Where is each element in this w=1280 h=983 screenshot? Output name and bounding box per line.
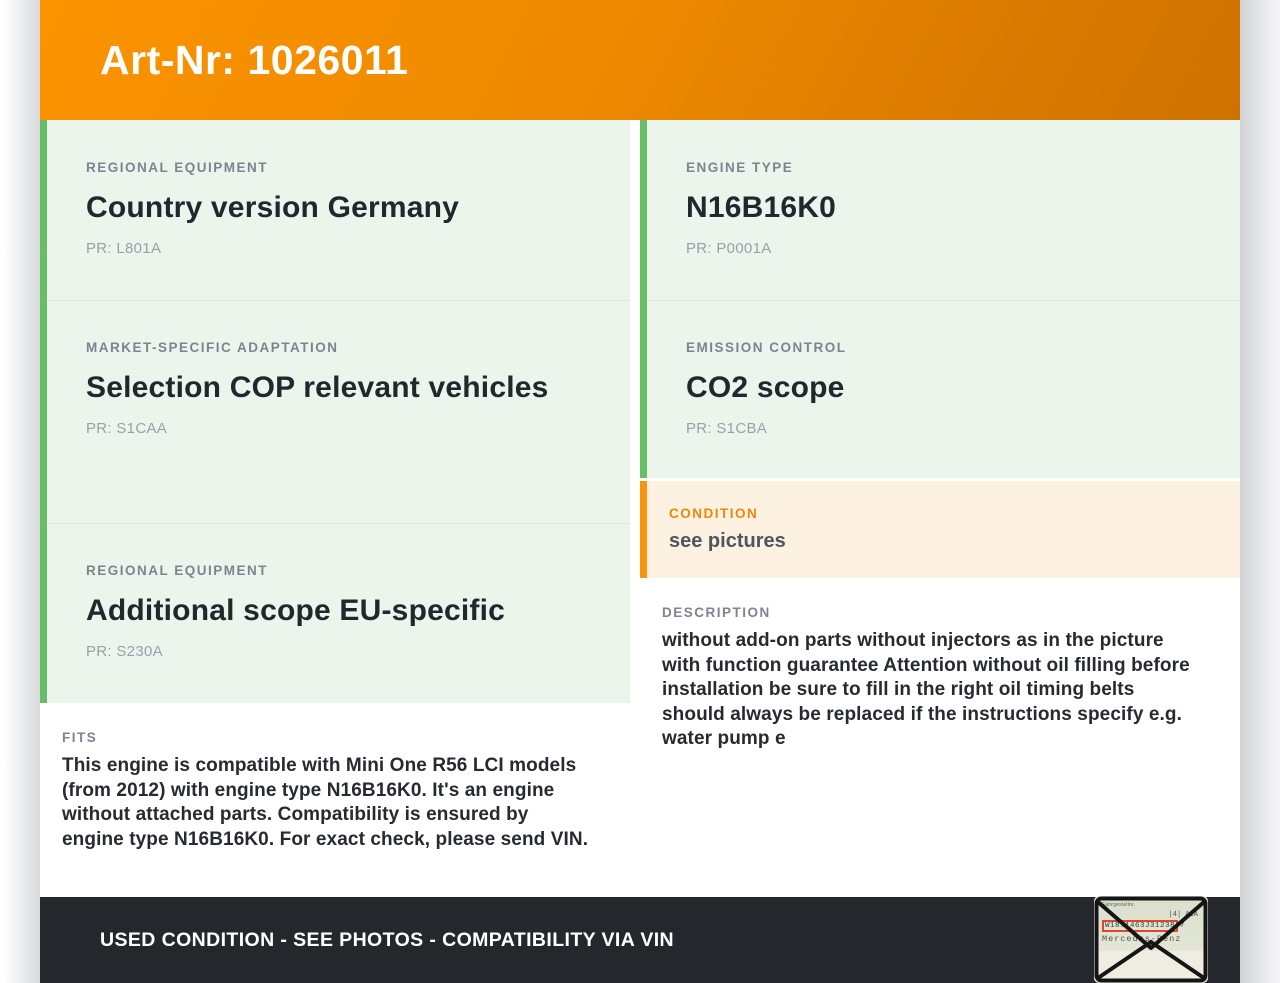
envelope-icon bbox=[1094, 896, 1208, 983]
spec-value: Country version Germany bbox=[86, 191, 460, 224]
spec-pr-code: PR: S230A bbox=[86, 643, 163, 660]
page-left-margin bbox=[0, 0, 40, 983]
article-header: Art-Nr: 1026011 bbox=[40, 0, 1240, 120]
spec-card-regional-equipment-2: REGIONAL EQUIPMENT Additional scope EU-s… bbox=[40, 523, 630, 703]
spec-card-emission-control: EMISSION CONTROL CO2 scope PR: S1CBA bbox=[640, 300, 1240, 478]
spec-pr-code: PR: L801A bbox=[86, 240, 162, 257]
spec-pr-code: PR: S1CAA bbox=[86, 420, 168, 437]
description-section: DESCRIPTION without add-on parts without… bbox=[640, 578, 1240, 897]
spec-card-engine-type: ENGINE TYPE N16B16K0 PR: P0001A bbox=[640, 120, 1240, 300]
spec-label: EMISSION CONTROL bbox=[686, 340, 847, 355]
description-label: DESCRIPTION bbox=[662, 605, 771, 620]
fits-text: This engine is compatible with Mini One … bbox=[62, 755, 589, 850]
footer-bar: USED CONDITION - SEE PHOTOS - COMPATIBIL… bbox=[40, 896, 1240, 983]
spec-value: Additional scope EU-specific bbox=[86, 594, 506, 627]
page-right-margin bbox=[1240, 0, 1280, 983]
spec-value: N16B16K0 bbox=[686, 191, 837, 224]
spec-value: CO2 scope bbox=[686, 371, 845, 404]
spec-label: MARKET-SPECIFIC ADAPTATION bbox=[86, 340, 339, 355]
spec-value: Selection COP relevant vehicles bbox=[86, 371, 549, 404]
condition-card: CONDITION see pictures bbox=[640, 481, 1240, 578]
vin-envelope-image: Fahrgestellnr. |4| AiA W1871463J31238 7 … bbox=[1094, 896, 1208, 983]
spec-pr-code: PR: P0001A bbox=[686, 240, 772, 257]
spec-label: ENGINE TYPE bbox=[686, 160, 794, 175]
fits-section: FITS This engine is compatible with Mini… bbox=[40, 703, 630, 897]
spec-label: REGIONAL EQUIPMENT bbox=[86, 563, 269, 578]
spec-card-market-adaptation: MARKET-SPECIFIC ADAPTATION Selection COP… bbox=[40, 300, 630, 523]
article-number-title: Art-Nr: 1026011 bbox=[100, 36, 409, 83]
spec-pr-code: PR: S1CBA bbox=[686, 420, 768, 437]
fits-label: FITS bbox=[62, 730, 98, 745]
spec-column-right: ENGINE TYPE N16B16K0 PR: P0001A EMISSION… bbox=[640, 120, 1240, 897]
description-text: without add-on parts without injectors a… bbox=[662, 630, 1190, 749]
spec-column-left: REGIONAL EQUIPMENT Country version Germa… bbox=[40, 120, 630, 897]
spec-columns: REGIONAL EQUIPMENT Country version Germa… bbox=[40, 120, 1240, 897]
listing-sheet: Art-Nr: 1026011 REGIONAL EQUIPMENT Count… bbox=[40, 0, 1240, 983]
footer-banner-text: USED CONDITION - SEE PHOTOS - COMPATIBIL… bbox=[100, 928, 675, 951]
condition-value: see pictures bbox=[669, 530, 786, 552]
condition-label: CONDITION bbox=[669, 506, 759, 521]
spec-label: REGIONAL EQUIPMENT bbox=[86, 160, 269, 175]
spec-card-regional-equipment-1: REGIONAL EQUIPMENT Country version Germa… bbox=[40, 120, 630, 300]
